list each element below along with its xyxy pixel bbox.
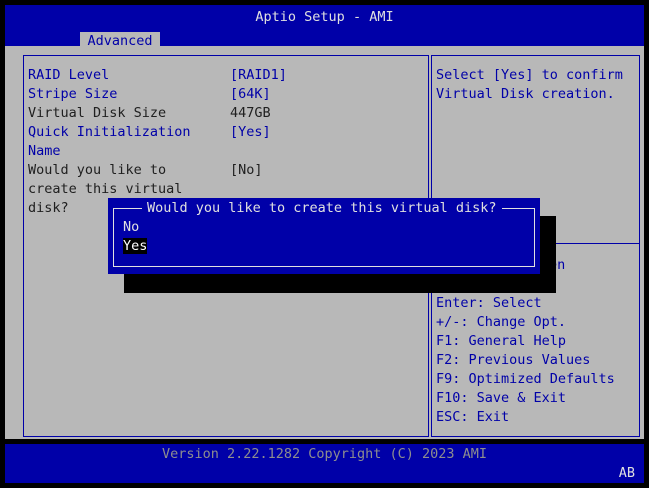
quick-initialization-value[interactable]: [Yes] bbox=[230, 123, 271, 142]
name-label[interactable]: Name bbox=[28, 142, 61, 161]
create-vd-label-line-3: disk? bbox=[28, 200, 69, 216]
raid-level-label[interactable]: RAID Level bbox=[28, 66, 109, 85]
create-vd-label-line-1: Would you like to bbox=[28, 162, 167, 178]
footer-corner-code: AB bbox=[618, 465, 635, 481]
dialog-option-no[interactable]: No bbox=[123, 218, 139, 237]
dialog-title: Would you like to create this virtual di… bbox=[142, 199, 502, 218]
virtual-disk-size-value: 447GB bbox=[230, 105, 271, 121]
header-bar: Aptio Setup - AMI Advanced bbox=[5, 5, 644, 51]
hint-previous-values: F2: Previous Values bbox=[436, 352, 591, 368]
raid-level-value[interactable]: [RAID1] bbox=[230, 66, 287, 85]
hint-esc-exit: ESC: Exit bbox=[436, 409, 510, 425]
quick-initialization-label[interactable]: Quick Initialization bbox=[28, 123, 191, 142]
stripe-size-label[interactable]: Stripe Size bbox=[28, 85, 117, 104]
dialog-option-yes[interactable]: Yes bbox=[123, 237, 148, 256]
footer-bar: Version 2.22.1282 Copyright (C) 2023 AMI… bbox=[5, 444, 644, 483]
version-text: Version 2.22.1282 Copyright (C) 2023 AMI bbox=[161, 446, 488, 462]
create-vd-value[interactable]: [No] bbox=[230, 161, 263, 180]
setup-title: Aptio Setup - AMI bbox=[255, 9, 394, 25]
hint-change-opt: +/-: Change Opt. bbox=[436, 314, 567, 330]
dialog-option-yes-label: Yes bbox=[123, 238, 148, 254]
create-vd-label-line-2: create this virtual bbox=[28, 181, 183, 197]
help-text-line-2: Virtual Disk creation. bbox=[436, 86, 615, 102]
help-text-line-1: Select [Yes] to confirm bbox=[436, 67, 623, 83]
confirm-dialog: No Yes Would you like to create this vir… bbox=[108, 198, 540, 274]
dialog-option-no-label: No bbox=[123, 219, 140, 235]
hint-enter: Enter: Select bbox=[436, 295, 542, 311]
stripe-size-value[interactable]: [64K] bbox=[230, 85, 271, 104]
hint-save-exit: F10: Save & Exit bbox=[436, 390, 567, 406]
hint-optimized-defaults: F9: Optimized Defaults bbox=[436, 371, 615, 387]
hint-general-help: F1: General Help bbox=[436, 333, 567, 349]
virtual-disk-size-label: Virtual Disk Size bbox=[28, 105, 167, 121]
